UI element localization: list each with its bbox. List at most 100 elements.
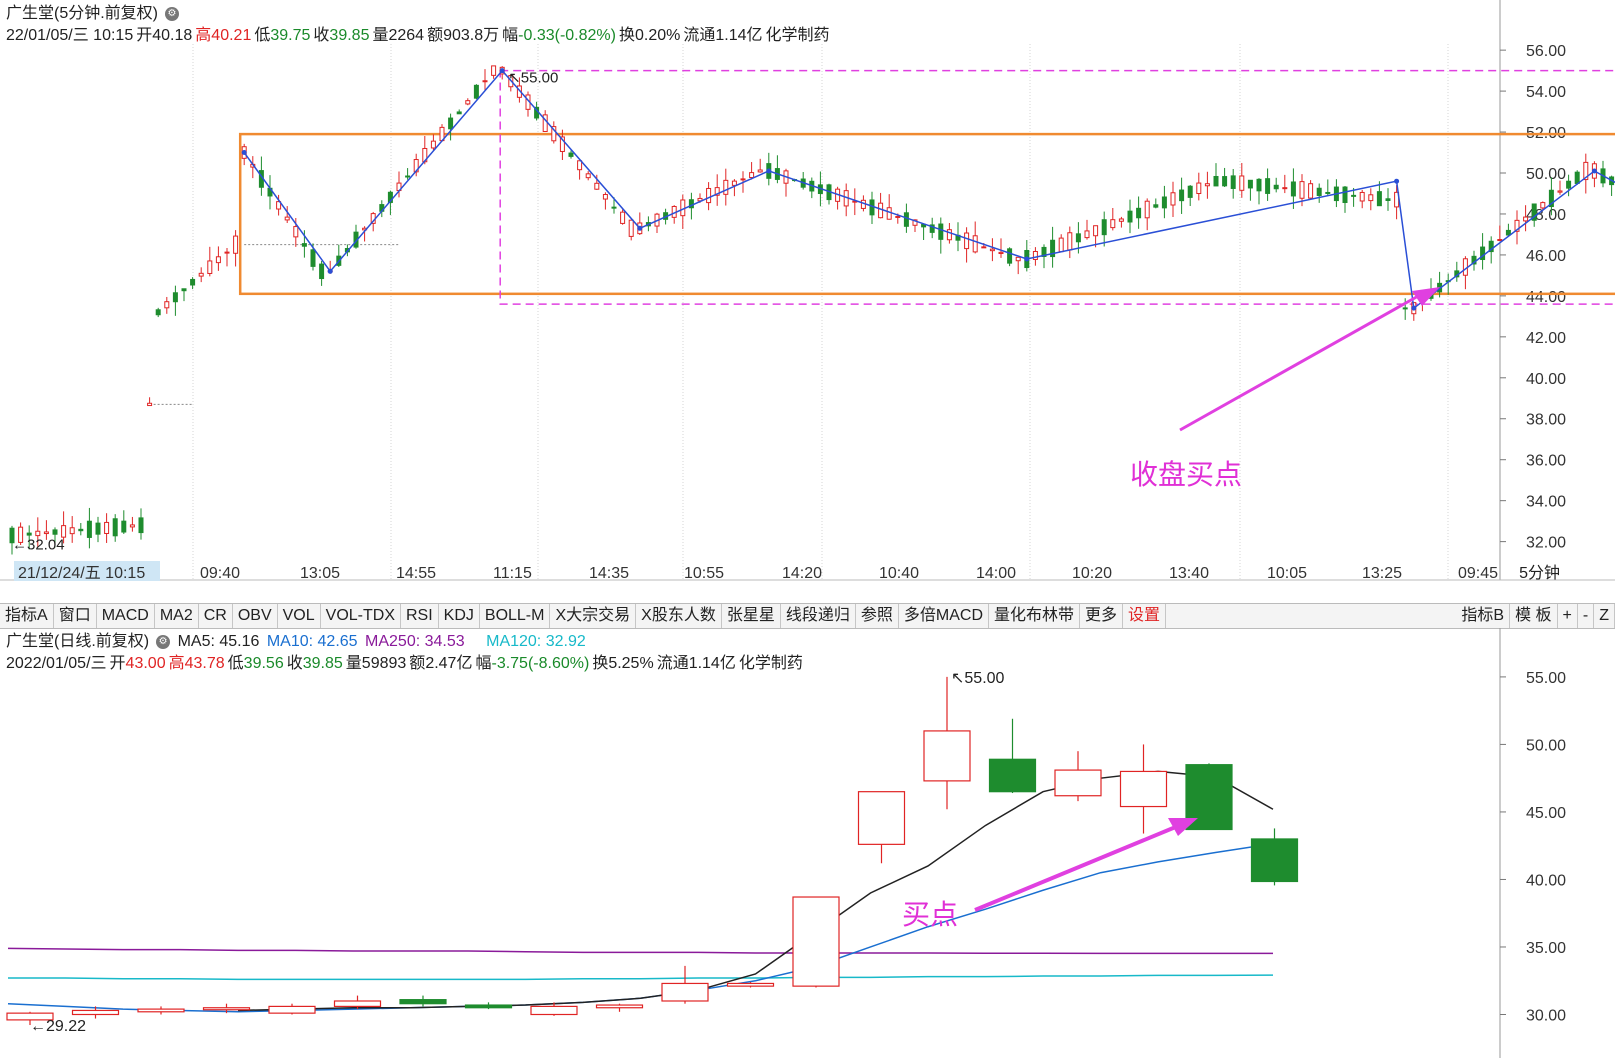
daily-candle-body bbox=[399, 999, 447, 1005]
tab-right-1[interactable]: 模 板 bbox=[1510, 604, 1558, 628]
daily-candle-body bbox=[137, 1008, 185, 1013]
x-tick-label: 13:25 bbox=[1362, 565, 1402, 582]
daily-candle-body bbox=[268, 1005, 316, 1014]
tab-18[interactable]: 更多 bbox=[1080, 604, 1124, 628]
candle-body bbox=[1368, 194, 1374, 202]
candle-body bbox=[491, 65, 497, 76]
candle-body bbox=[723, 179, 729, 195]
candle-body bbox=[1170, 192, 1176, 206]
ma250-line bbox=[7, 947, 1273, 955]
candle-body bbox=[448, 117, 454, 130]
x-tick-label: 13:05 bbox=[300, 565, 340, 582]
candle-body bbox=[731, 180, 737, 186]
tab-right-2[interactable]: + bbox=[1558, 604, 1578, 628]
tab-1[interactable]: 窗口 bbox=[54, 604, 97, 628]
daily-candle-body bbox=[1250, 838, 1299, 883]
max-price-label: ↖55.00 bbox=[951, 670, 1005, 687]
candle-body bbox=[1007, 248, 1013, 264]
candle-body bbox=[129, 524, 135, 528]
tab-right-4[interactable]: Z bbox=[1594, 604, 1615, 628]
candle-body bbox=[1385, 198, 1391, 201]
tab-10[interactable]: BOLL-M bbox=[480, 604, 551, 628]
tab-12[interactable]: X股东人数 bbox=[636, 604, 722, 628]
tab-right-0[interactable]: 指标B bbox=[1456, 604, 1511, 628]
candle-body bbox=[172, 292, 178, 303]
tab-2[interactable]: MACD bbox=[97, 604, 155, 628]
buy-point-label: 收盘买点 bbox=[1130, 459, 1242, 490]
y-tick-label: 38.00 bbox=[1526, 412, 1566, 429]
tab-9[interactable]: KDJ bbox=[439, 604, 480, 628]
candle-body bbox=[895, 215, 901, 218]
candle-body bbox=[319, 263, 325, 280]
candle-body bbox=[224, 251, 230, 254]
candle-body bbox=[1153, 204, 1159, 208]
candle-body bbox=[981, 246, 987, 249]
candle-body bbox=[1290, 181, 1296, 197]
candle-body bbox=[964, 232, 970, 250]
tab-6[interactable]: VOL bbox=[278, 604, 321, 628]
zigzag-vertex bbox=[637, 225, 643, 231]
y-tick-label: 46.00 bbox=[1526, 248, 1566, 265]
x-tick-label: 10:40 bbox=[879, 565, 919, 582]
zigzag-vertex bbox=[1411, 305, 1417, 311]
candle-body bbox=[1196, 182, 1202, 195]
candle-body bbox=[61, 525, 67, 538]
candle-body bbox=[886, 207, 892, 220]
candle-body bbox=[1402, 307, 1408, 310]
tab-8[interactable]: RSI bbox=[401, 604, 439, 628]
candle-body bbox=[1540, 202, 1546, 209]
tab-0[interactable]: 指标A bbox=[0, 604, 54, 628]
x-tick-label: 10:05 bbox=[1267, 565, 1307, 582]
ma10-line bbox=[7, 842, 1274, 1013]
daily-kline-chart[interactable]: 55.00 50.00 45.00 40.00 35.00 30.00 ↖55.00 ←29.… bbox=[0, 628, 1615, 1058]
candle-body bbox=[121, 520, 127, 533]
candle-body bbox=[1067, 232, 1073, 251]
tab-15[interactable]: 参照 bbox=[856, 604, 899, 628]
candle-body bbox=[1015, 256, 1021, 262]
candle-body bbox=[585, 173, 591, 179]
x-tick-label: 14:00 bbox=[976, 565, 1016, 582]
candle-body bbox=[1265, 178, 1271, 194]
candle-body bbox=[989, 248, 995, 252]
y-tick-label: 40.00 bbox=[1526, 371, 1566, 388]
candle-body bbox=[1179, 189, 1185, 202]
tab-5[interactable]: OBV bbox=[233, 604, 278, 628]
candle-body bbox=[215, 256, 221, 264]
daily-candle-body bbox=[726, 982, 775, 987]
candle-body bbox=[568, 152, 574, 157]
intraday-5min-chart[interactable]: 56.0054.0052.0050.0048.0046.0044.0042.00… bbox=[0, 0, 1615, 603]
x-tick-label: 21/12/24/五 10:15 bbox=[18, 565, 145, 582]
period-label: 5分钟 bbox=[1519, 564, 1560, 582]
tab-14[interactable]: 线段递归 bbox=[781, 604, 856, 628]
y-tick-label: 36.00 bbox=[1526, 453, 1566, 470]
candle-body bbox=[972, 235, 978, 253]
candle-body bbox=[52, 529, 58, 535]
tab-right-3[interactable]: - bbox=[1578, 604, 1595, 628]
tab-13[interactable]: 张星星 bbox=[722, 604, 781, 628]
tab-7[interactable]: VOL-TDX bbox=[321, 604, 401, 628]
tab-spacer bbox=[1166, 604, 1456, 628]
candle-body bbox=[1032, 250, 1038, 260]
max-price-label: ↖55.00 bbox=[508, 70, 558, 87]
x-tick-label: 14:55 bbox=[396, 565, 436, 582]
candle-body bbox=[207, 260, 213, 274]
candle-body bbox=[465, 100, 471, 105]
tab-4[interactable]: CR bbox=[199, 604, 233, 628]
tab-11[interactable]: X大宗交易 bbox=[550, 604, 637, 628]
candle-body bbox=[594, 182, 600, 190]
candle-body bbox=[946, 229, 952, 241]
x-tick-label: 13:40 bbox=[1169, 565, 1209, 582]
daily-candle-body bbox=[923, 730, 971, 782]
candle-body bbox=[1204, 183, 1210, 187]
y-tick-label: 45.00 bbox=[1526, 805, 1566, 822]
tab-16[interactable]: 多倍MACD bbox=[899, 604, 990, 628]
tab-17[interactable]: 量化布林带 bbox=[989, 604, 1081, 628]
candle-body bbox=[1161, 196, 1167, 209]
tab-19[interactable]: 设置 bbox=[1123, 604, 1167, 628]
candle-body bbox=[284, 216, 290, 221]
daily-candle-body bbox=[595, 1004, 644, 1009]
candle-body bbox=[1144, 200, 1150, 219]
candle-body bbox=[78, 528, 84, 532]
daily-candle-body bbox=[857, 791, 906, 845]
tab-3[interactable]: MA2 bbox=[155, 604, 199, 628]
